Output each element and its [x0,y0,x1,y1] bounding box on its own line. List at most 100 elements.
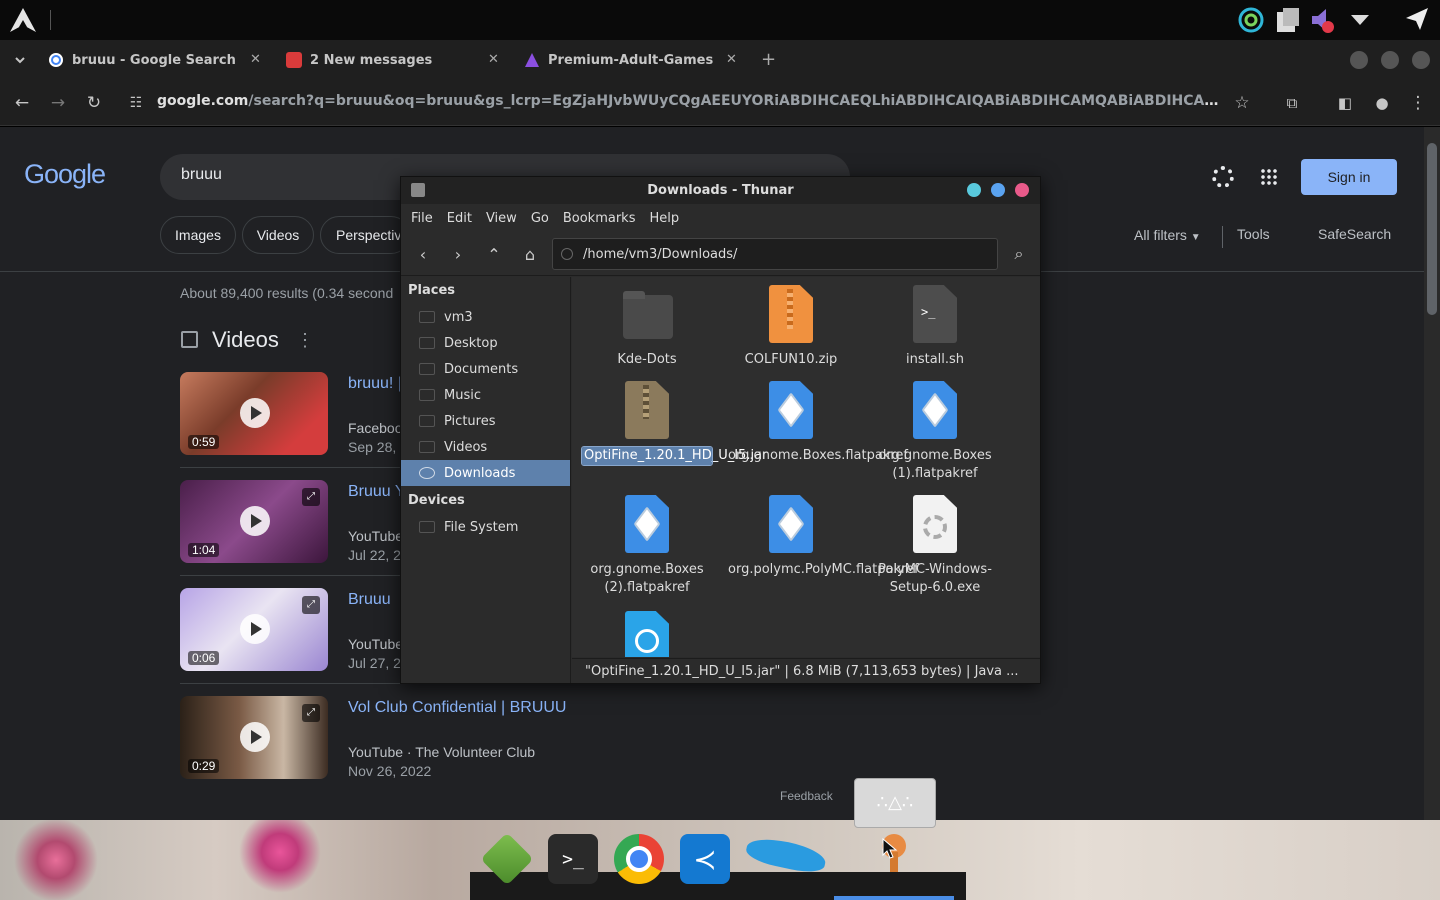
dolphin-emulator-icon[interactable] [744,833,828,884]
sidebar-item-file-system[interactable]: File System [401,514,570,540]
active-app-indicator [834,896,954,900]
path-input[interactable]: /home/vm3/Downloads/ [552,238,998,270]
file-item[interactable]: org.gnome.Boxes.flatpakref [725,381,908,465]
tab-google-search[interactable]: bruuu - Google Search [48,46,236,74]
tab-search-icon[interactable] [12,52,28,68]
minimize-button[interactable] [967,183,981,197]
forward-icon[interactable]: → [47,92,69,114]
video-title-link[interactable]: Vol Club Confidential | BRUUU [348,699,566,717]
parent-folder-icon[interactable]: ⌃ [482,242,506,266]
chip-perspectives[interactable]: Perspectiv [320,216,410,254]
maximize-button[interactable] [991,183,1005,197]
vscode-icon[interactable]: ≺ [680,834,730,884]
sidebar-item-videos[interactable]: Videos [401,434,570,460]
drive-icon [419,521,435,533]
tab-messages[interactable]: 2 New messages [286,46,432,74]
more-options-icon[interactable]: ⋮ [296,330,314,351]
close-tab-icon[interactable]: ✕ [726,52,737,67]
back-icon[interactable]: ‹ [411,242,435,266]
video-title-link[interactable]: Bruuu [348,591,391,609]
sign-in-button[interactable]: Sign in [1301,159,1397,195]
apps-grid-icon[interactable] [1260,168,1278,186]
sidebar-item-desktop[interactable]: Desktop [401,330,570,356]
safesearch-button[interactable]: SafeSearch [1318,226,1391,242]
sidebar-item-documents[interactable]: Documents [401,356,570,382]
profile-icon[interactable]: ● [1371,92,1393,114]
wallpaper-flower [0,820,140,900]
separator [50,10,51,30]
sidebar-item-label: vm3 [444,309,473,325]
google-logo[interactable]: Google [24,159,106,190]
volume-muted-icon[interactable] [1308,6,1338,34]
close-window-button[interactable] [1412,51,1430,69]
window-title: Downloads - Thunar [647,183,794,198]
video-title-link[interactable]: bruuu! | [348,375,402,393]
chip-videos[interactable]: Videos [242,216,314,254]
clipboard-icon[interactable] [1273,6,1303,34]
video-thumbnail[interactable]: ⤢ 1:04 [180,480,328,563]
address-bar[interactable]: google.com/search?q=bruuu&oq=bruuu&gs_lc… [157,93,1227,109]
arch-logo-icon[interactable] [8,6,38,34]
settings-gear-icon[interactable] [1212,166,1234,188]
sidebar-item-vm3[interactable]: vm3 [401,304,570,330]
file-item[interactable] [581,611,713,657]
file-item[interactable]: org.gnome.Boxes (2).flatpakref [581,495,713,597]
all-filters-button[interactable]: All filters ▼ [1134,227,1201,243]
maximize-window-button[interactable] [1381,51,1399,69]
feedback-link[interactable]: Feedback [780,789,833,803]
extensions-icon[interactable]: ⧉ [1281,92,1303,114]
window-titlebar[interactable]: Downloads - Thunar [401,177,1040,204]
terminal-icon[interactable]: >_ [548,834,598,884]
messages-favicon-icon [286,52,302,68]
menu-view[interactable]: View [486,211,517,226]
file-item[interactable]: >_ install.sh [869,285,1001,369]
new-tab-button[interactable]: + [761,49,776,70]
sidebar-item-music[interactable]: Music [401,382,570,408]
search-input[interactable]: bruuu [181,166,222,184]
notification-icon[interactable] [1404,6,1430,32]
video-thumbnail[interactable]: 0:59 [180,372,328,455]
tab-games[interactable]: Premium-Adult-Games [524,46,713,74]
side-panel-icon[interactable]: ◧ [1334,92,1356,114]
menu-icon[interactable]: ⋮ [1407,92,1429,114]
minimize-window-button[interactable] [1350,51,1368,69]
file-name: COLFUN10.zip [744,352,838,367]
sync-icon[interactable] [1236,6,1266,34]
menu-file[interactable]: File [411,211,433,226]
file-item[interactable]: PolyMC-Windows-Setup-6.0.exe [869,495,1001,597]
tools-button[interactable]: Tools [1237,226,1270,242]
video-title-link[interactable]: Bruuu Y [348,483,406,501]
play-icon [240,398,270,428]
chrome-icon[interactable] [614,834,664,884]
chevron-down-icon[interactable] [1348,10,1372,30]
menu-go[interactable]: Go [531,211,549,226]
menu-bookmarks[interactable]: Bookmarks [563,211,636,226]
search-icon[interactable]: ⌕ [1007,242,1031,266]
sidebar-item-label: Documents [444,361,519,377]
back-icon[interactable]: ← [11,92,33,114]
file-item[interactable]: Kde-Dots [581,285,713,369]
forward-icon[interactable]: › [446,242,470,266]
video-thumbnail[interactable]: ⤢ 0:06 [180,588,328,671]
file-item[interactable]: OptiFine_1.20.1_HD_U_I5.jar [581,381,767,466]
close-tab-icon[interactable]: ✕ [488,52,499,67]
sidebar-item-downloads[interactable]: Downloads [401,460,570,486]
scrollbar-thumb[interactable] [1427,143,1437,315]
sidebar-item-pictures[interactable]: Pictures [401,408,570,434]
close-tab-icon[interactable]: ✕ [250,52,261,67]
file-item[interactable]: COLFUN10.zip [725,285,857,369]
file-item[interactable]: org.polymc.PolyMC.flatpakref [725,495,919,579]
play-icon [240,722,270,752]
home-icon[interactable]: ⌂ [518,242,542,266]
chip-images[interactable]: Images [160,216,236,254]
reload-icon[interactable]: ↻ [83,92,105,114]
close-button[interactable] [1015,183,1029,197]
file-item[interactable]: org.gnome.Boxes (1).flatpakref [869,381,1001,483]
menu-edit[interactable]: Edit [447,211,472,226]
sidebar: Places vm3 Desktop Documents Music Pictu… [401,277,571,683]
menu-help[interactable]: Help [649,211,679,226]
bookmark-star-icon[interactable]: ☆ [1231,92,1253,114]
site-info-icon[interactable]: ☷ [125,92,147,114]
video-thumbnail[interactable]: ⤢ 0:29 [180,696,328,779]
mouse-cursor-icon [882,838,898,859]
